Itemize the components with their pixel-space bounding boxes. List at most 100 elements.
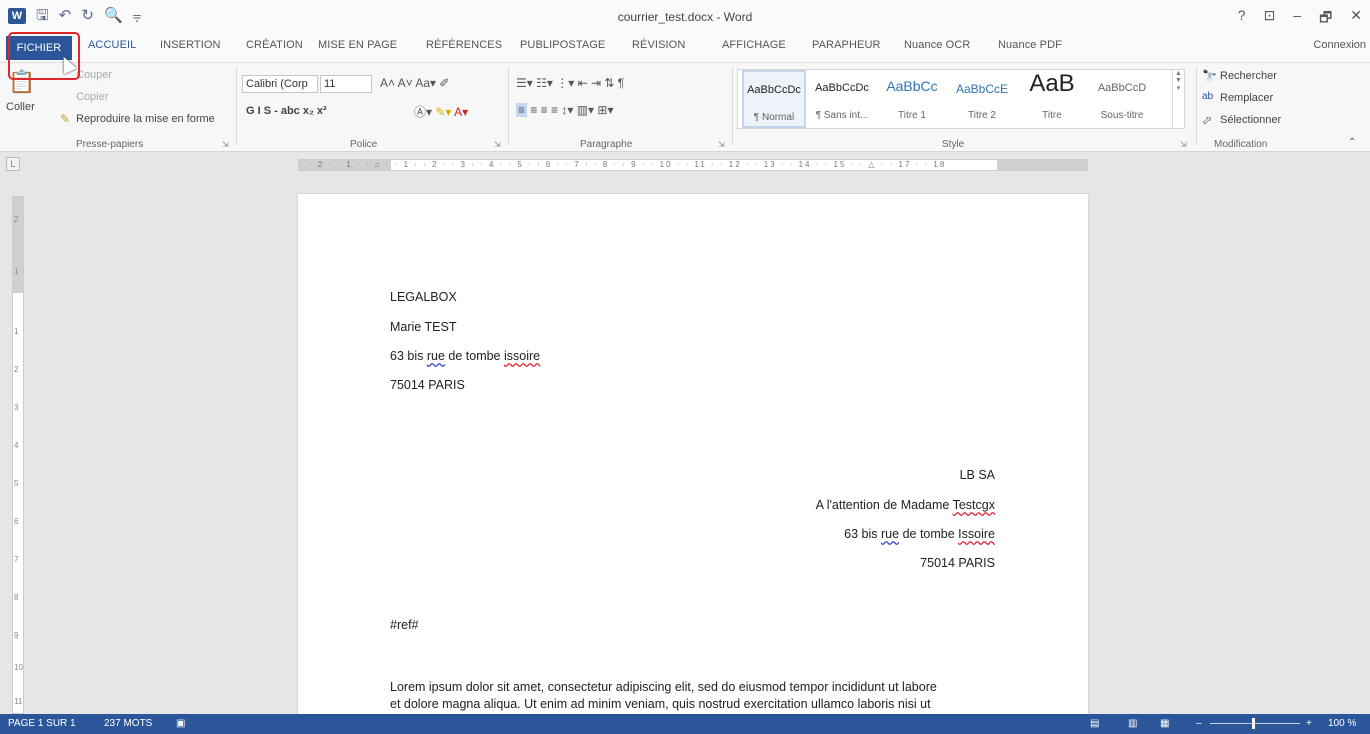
recipient-attention[interactable]: A l'attention de Madame Testcgx [390,498,995,512]
reference-placeholder[interactable]: #ref# [390,618,419,632]
recipient-address[interactable]: 63 bis rue de tombe Issoire [390,527,995,541]
font-group-label: Police [350,139,378,150]
ribbon: 📋 Coller Couper Copier ✎ Reproduire la m… [0,62,1370,152]
sign-in-link[interactable]: Connexion [1313,39,1366,51]
font-color-icon[interactable]: A▾ [454,105,468,119]
style-heading-2[interactable]: AaBbCcE Titre 2 [950,70,1014,128]
tab-accueil[interactable]: ACCUEIL [88,39,136,51]
style-subtitle[interactable]: AaBbCcD Sous-titre [1090,70,1154,128]
tab-nuance-ocr[interactable]: Nuance OCR [904,39,970,51]
address-text: 63 bis [390,349,427,363]
vruler-number: 1 [14,267,19,276]
tab-references[interactable]: RÉFÉRENCES [426,39,502,51]
window-title: courrier_test.docx - Word [617,10,753,24]
body-line-1[interactable]: Lorem ipsum dolor sit amet, consectetur … [390,680,937,694]
style-normal[interactable]: AaBbCcDc ¶ Normal [742,70,806,128]
collapse-ribbon-icon[interactable]: ⌃ [1348,137,1356,148]
read-mode-icon[interactable]: ▤ [1090,718,1099,729]
document-page[interactable]: LEGALBOX Marie TEST 63 bis rue de tombe … [298,194,1088,714]
restore-icon[interactable]: 🗗 [1319,7,1332,31]
clipboard-launcher-icon[interactable]: ⇲ [222,140,229,149]
divider [236,67,237,145]
vruler-number: 7 [14,555,19,564]
zoom-slider-thumb[interactable] [1252,718,1255,729]
word-count[interactable]: 237 MOTS [104,718,152,729]
tab-affichage[interactable]: AFFICHAGE [722,39,786,51]
tab-parapheur[interactable]: PARAPHEUR [812,39,881,51]
vruler-number: 10 [14,663,23,672]
recipient-name[interactable]: LB SA [390,468,995,482]
tab-publipostage[interactable]: PUBLIPOSTAGE [520,39,605,51]
font-name-box[interactable]: Calibri (Corp [242,75,318,93]
align-left-icon[interactable]: ≡ ≡ ≡ ≡ ↕▾ ▥▾ ⊞▾ [516,103,614,117]
body-line-2[interactable]: et dolore magna aliqua. Ut enim ad minim… [390,697,931,711]
vruler-number: 2 [14,365,19,374]
horizontal-ruler[interactable]: · 2 · · 1 · · ⌂ · · 1 · · 2 · · 3 · · 4 … [298,159,1088,171]
vruler-number: 3 [14,403,19,412]
help-icon[interactable]: ? [1238,7,1246,31]
font-format-row[interactable]: G I S - abc x₂ x² [246,105,327,117]
spellcheck-word: Issoire [958,527,995,541]
zoom-slider[interactable] [1210,723,1300,724]
ruler-ticks: · 2 · · 1 · · ⌂ · · 1 · · 2 · · 3 · · 4 … [309,160,947,169]
style-launcher-icon[interactable]: ⇲ [1180,140,1187,149]
spellcheck-word: issoire [504,349,541,363]
address-text: de tombe [899,527,959,541]
proofing-icon[interactable]: ▣ [176,718,185,729]
sender-city[interactable]: 75014 PARIS [390,378,465,392]
sender-company[interactable]: LEGALBOX [390,290,457,304]
close-icon[interactable]: ✕ [1350,7,1362,31]
copy-button[interactable]: Copier [76,91,108,103]
find-button[interactable]: Rechercher [1220,70,1277,82]
vruler-number: 4 [14,441,19,450]
text-effects-icon[interactable]: Ⓐ▾ ✎▾ A▾ [414,103,468,120]
bullets-icon[interactable]: ☰▾ ☷▾ ⋮▾ ⇤ ⇥ ⇅ ¶ [516,76,624,90]
tab-creation[interactable]: CRÉATION [246,39,303,51]
cut-button[interactable]: Couper [76,69,112,81]
tab-revision[interactable]: RÉVISION [632,39,685,51]
gallery-scroll[interactable]: ▲ ▼ ▾ [1172,70,1184,128]
style-no-spacing[interactable]: AaBbCcDc ¶ Sans int... [810,70,874,128]
zoom-level[interactable]: 100 % [1328,718,1356,729]
format-painter-icon: ✎ [60,112,71,126]
minimize-icon[interactable]: – [1293,7,1301,31]
vertical-ruler[interactable]: 2 1 1 2 3 4 5 6 7 8 9 10 11 [12,196,24,714]
highlight-icon[interactable]: ✎▾ [435,105,451,119]
tab-nuance-pdf[interactable]: Nuance PDF [998,39,1062,51]
tab-selector[interactable]: L [6,157,20,171]
style-heading-1[interactable]: AaBbCc Titre 1 [880,70,944,128]
tab-mise-en-page[interactable]: MISE EN PAGE [318,39,397,51]
sender-name[interactable]: Marie TEST [390,320,456,334]
web-layout-icon[interactable]: ▦ [1160,718,1169,729]
select-button[interactable]: Sélectionner [1220,114,1281,126]
font-launcher-icon[interactable]: ⇲ [494,140,501,149]
replace-button[interactable]: Remplacer [1220,92,1273,104]
zoom-in-icon[interactable]: + [1306,718,1312,729]
vruler-number: 6 [14,517,19,526]
vruler-number: 5 [14,479,19,488]
right-margin [997,160,1087,170]
format-painter-button[interactable]: Reproduire la mise en forme [76,113,215,125]
grow-font-icon[interactable]: A˄ A˅ Aa▾ ✐ [380,76,449,90]
style-gallery[interactable]: AaBbCcDc ¶ Normal AaBbCcDc ¶ Sans int...… [737,69,1185,129]
zoom-out-icon[interactable]: – [1196,718,1202,729]
ribbon-tabs: FICHIER ACCUEIL INSERTION CRÉATION MISE … [0,34,1370,62]
address-text: 63 bis [844,527,882,541]
find-icon: 🔭 [1202,69,1217,83]
top-margin [13,197,23,293]
sender-address[interactable]: 63 bis rue de tombe issoire [390,349,540,363]
paragraph-launcher-icon[interactable]: ⇲ [718,140,725,149]
style-title[interactable]: AaB Titre [1020,70,1084,128]
divider [508,67,509,145]
paste-button[interactable]: Coller [6,101,35,113]
title-bar: W 🖫 ↶ ↻ 🔍 ⩦ courrier_test.docx - Word ? … [0,0,1370,34]
tab-insertion[interactable]: INSERTION [160,39,221,51]
print-layout-icon[interactable]: ▥ [1128,718,1137,729]
recipient-city[interactable]: 75014 PARIS [390,556,995,570]
font-size-box[interactable]: 11 [320,75,372,93]
window-controls: ? ⊡ – 🗗 ✕ [1238,7,1362,31]
spellcheck-word: rue [881,527,900,541]
page-count[interactable]: PAGE 1 SUR 1 [8,718,76,729]
ribbon-display-icon[interactable]: ⊡ [1264,7,1276,31]
address-text: de tombe [444,349,504,363]
